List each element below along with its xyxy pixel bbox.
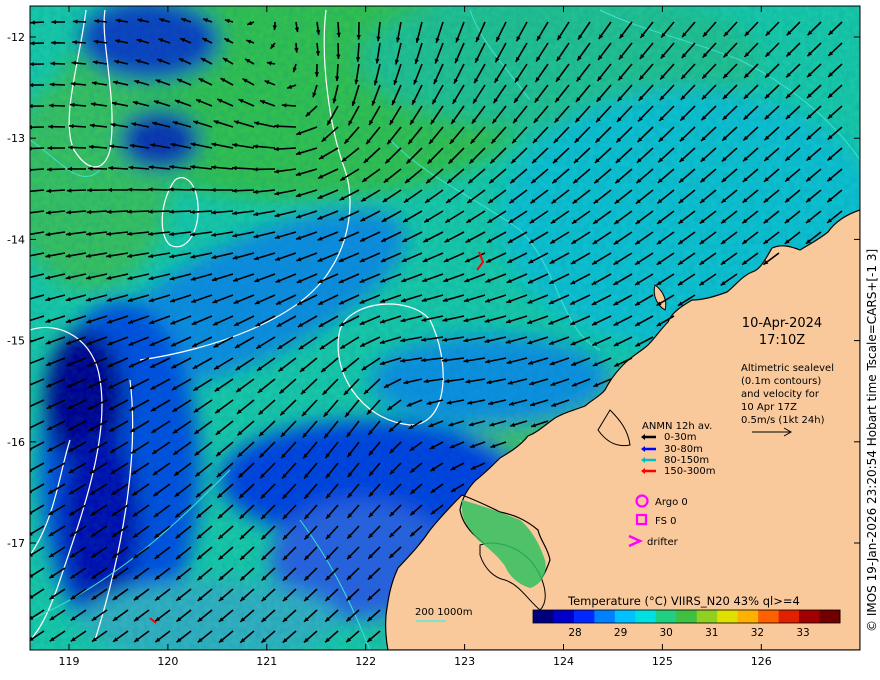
colorbar-cell	[614, 610, 636, 623]
colorbar-cell	[594, 610, 616, 623]
velocity-arrowhead	[30, 146, 32, 151]
lat-tick-label: -15	[7, 335, 25, 348]
lon-tick-label: 121	[256, 655, 277, 668]
colorbar-tick-label: 28	[568, 627, 581, 639]
velocity-arrowhead	[30, 236, 31, 237]
velocity-arrowhead	[25, 319, 30, 323]
legend-label: 80-150m	[664, 455, 709, 466]
velocity-arrowhead	[25, 297, 30, 301]
desc-line: (0.1m contours)	[741, 376, 821, 387]
lat-tick-label: -13	[7, 132, 25, 145]
colorbar-cell	[758, 610, 780, 623]
desc-line: Altimetric sealevel	[741, 363, 834, 374]
colorbar-cell	[655, 610, 677, 623]
colorbar-cell	[696, 610, 718, 623]
desc-line: 10 Apr 17Z	[741, 402, 797, 413]
lat-tick-label: -17	[7, 537, 25, 550]
legend-label: 0-30m	[664, 432, 696, 443]
colorbar-cell	[737, 610, 759, 623]
colorbar-cell	[799, 610, 821, 623]
velocity-arrowhead	[25, 275, 30, 279]
map-figure: 119 120 121 122 123 124 125 126 -12 -13 -14 -15 -16…	[7, 5, 879, 668]
lon-tick-label: 126	[751, 655, 772, 668]
velocity-arrow	[30, 147, 45, 150]
legend-label: 30-80m	[664, 444, 703, 455]
velocity-arrowhead	[30, 343, 31, 345]
velocity-arrowhead	[25, 254, 30, 258]
colorbar-cell	[717, 610, 739, 623]
lat-tick-label: -14	[7, 233, 25, 246]
colorbar-tick-label: 30	[660, 627, 673, 639]
colorbar-cell	[533, 610, 554, 623]
colorbar-tick-label: 32	[751, 627, 764, 639]
desc-line: and velocity for	[741, 389, 820, 400]
bathy-label: 200 1000m	[415, 607, 472, 618]
colorbar-ramp	[533, 610, 841, 623]
lon-tick-label: 122	[355, 655, 376, 668]
lat-tick-label: -16	[7, 436, 25, 449]
colorbar-cell	[676, 610, 698, 623]
date-label: 10-Apr-2024	[742, 316, 822, 331]
lon-tick-label: 124	[553, 655, 574, 668]
lon-tick-label: 120	[157, 655, 178, 668]
lon-tick-label: 125	[652, 655, 673, 668]
colorbar-tick-label: 29	[614, 627, 627, 639]
legend-label: 150-300m	[664, 466, 716, 477]
colorbar-cell	[635, 610, 657, 623]
colorbar-cell	[819, 610, 841, 623]
colorbar-tick-label: 31	[705, 627, 718, 639]
drifter-label: drifter	[647, 537, 679, 548]
legend-title: ANMN 12h av.	[642, 421, 712, 432]
lat-tick-label: -12	[7, 31, 25, 44]
credit-text: © IMOS 19-Jan-2026 23:20:54 Hobart time …	[865, 249, 879, 632]
lon-tick-label: 123	[454, 655, 475, 668]
argo-label: Argo 0	[655, 497, 688, 508]
colorbar-title: Temperature (°C) VIIRS_N20 43% ql>=4	[567, 594, 800, 608]
desc-line: 0.5m/s (1kt 24h)	[741, 415, 825, 426]
lon-tick-label: 119	[59, 655, 80, 668]
fs-label: FS 0	[655, 516, 676, 527]
time-label: 17:10Z	[759, 333, 805, 348]
colorbar-cell	[553, 610, 575, 623]
colorbar-cell	[573, 610, 595, 623]
colorbar-tick-label: 33	[796, 627, 809, 639]
colorbar-cell	[778, 610, 800, 623]
